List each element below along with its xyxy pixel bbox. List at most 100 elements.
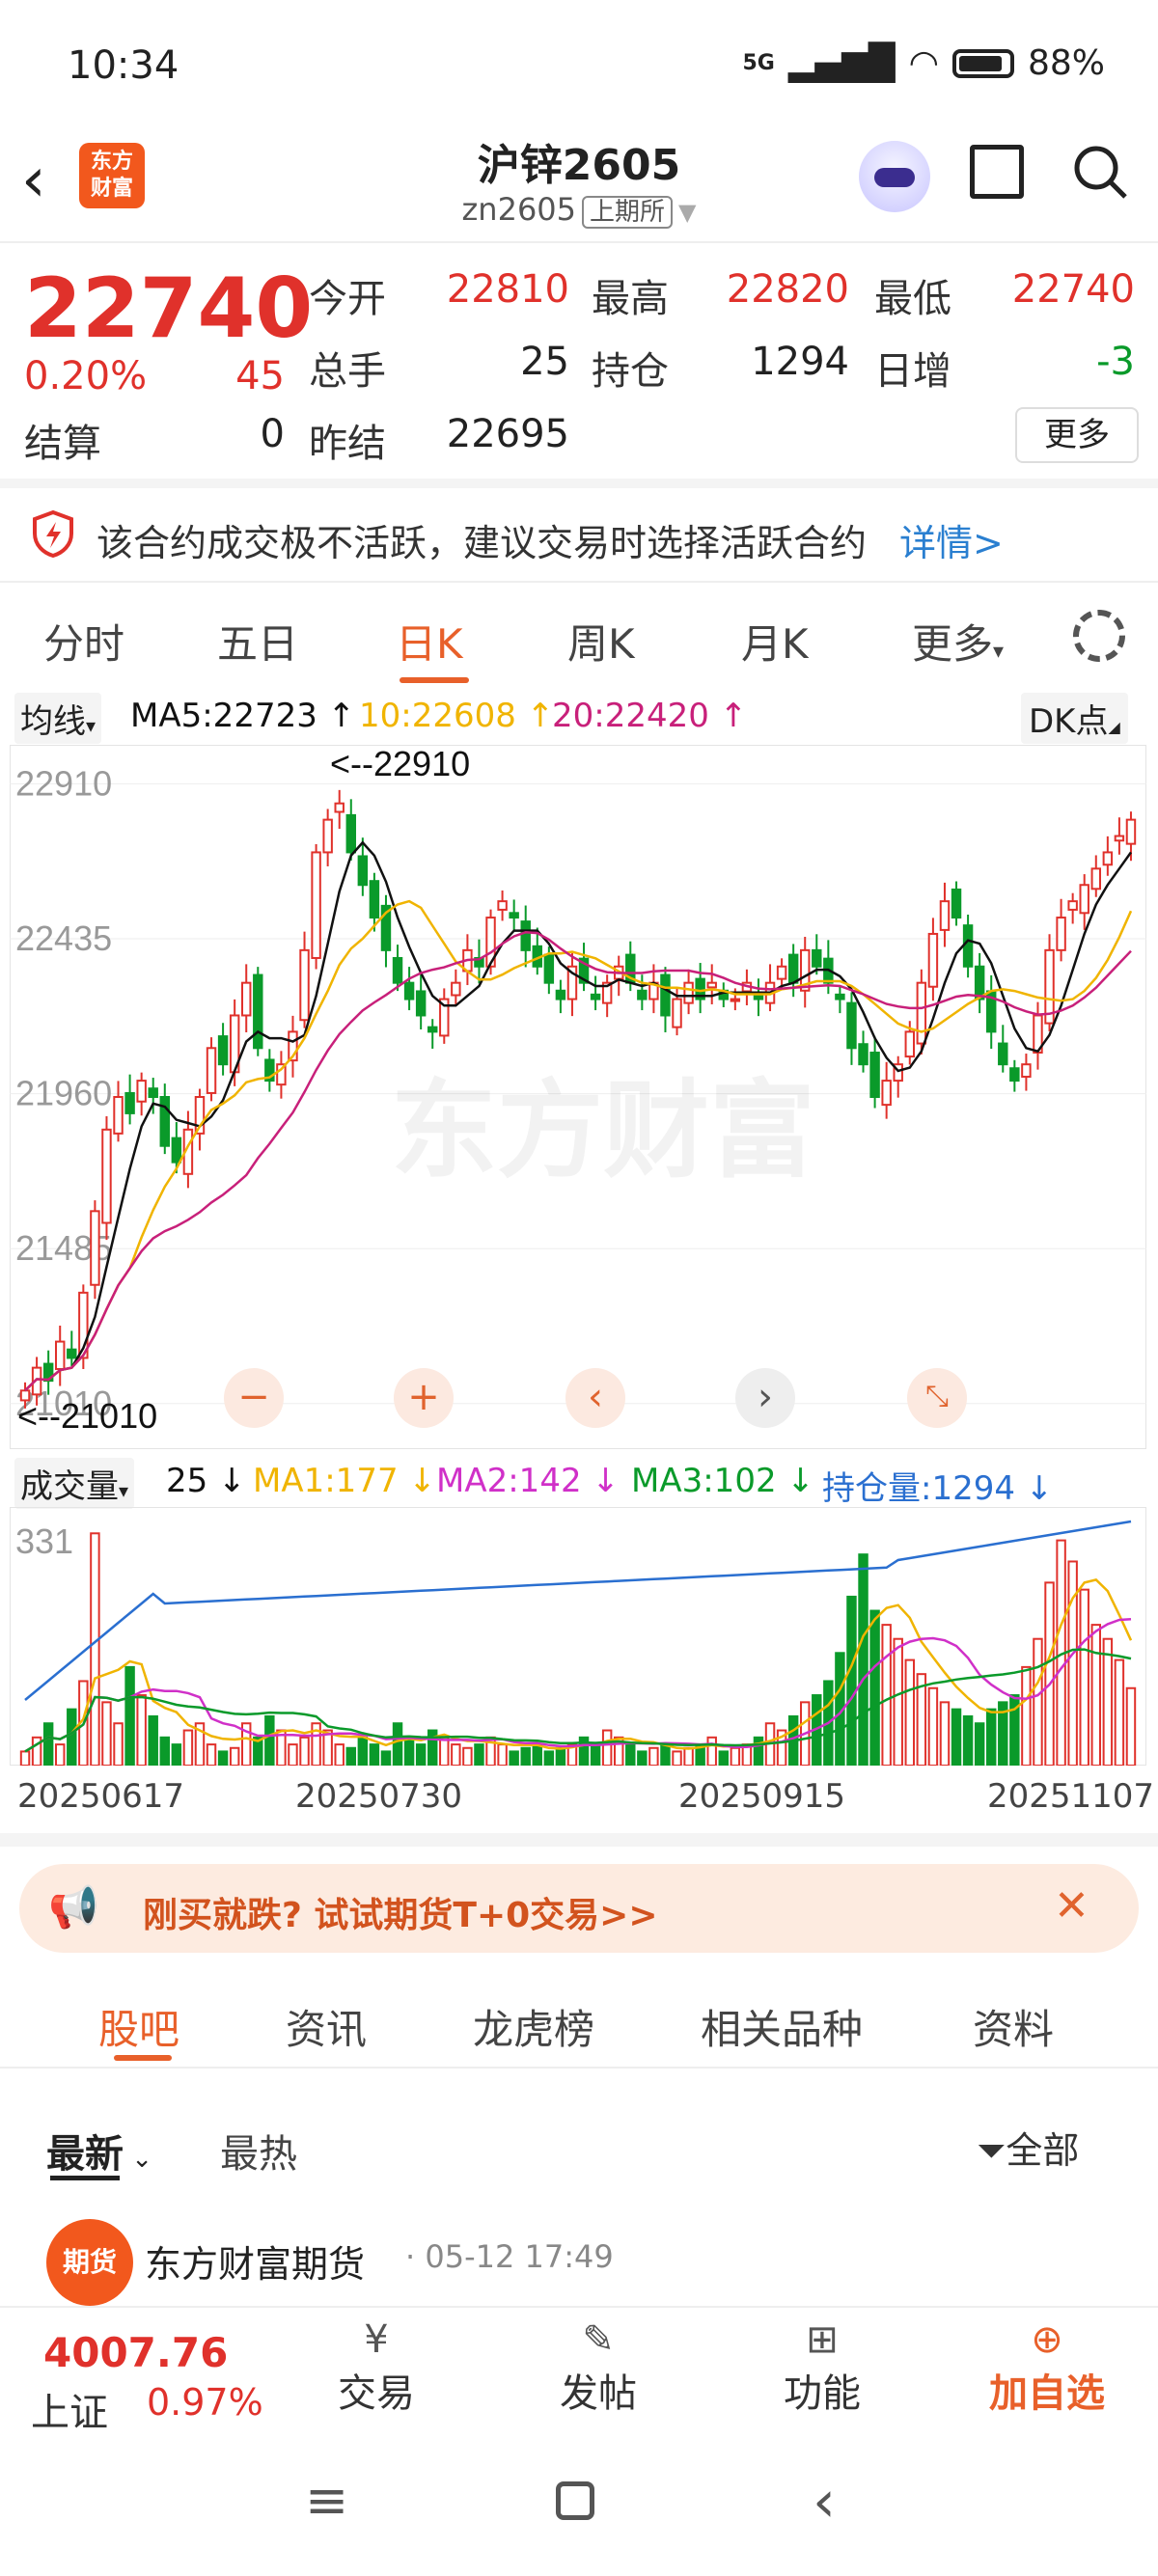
volume-bar	[288, 1743, 298, 1767]
tab-more[interactable]: 更多▾	[912, 612, 1004, 671]
volume-bar	[1079, 1588, 1089, 1767]
open-label: 今开	[309, 277, 386, 321]
volume-bar	[1102, 1637, 1114, 1767]
ma-selector[interactable]: 均线▾	[14, 693, 102, 744]
gear-icon[interactable]	[1073, 610, 1125, 662]
volume-bar	[474, 1743, 484, 1767]
scroll-right-button[interactable]: ›	[735, 1368, 795, 1428]
tab-monthly-k[interactable]: 月K	[741, 612, 809, 671]
candle-body	[881, 1080, 892, 1107]
volume-chart[interactable]: 331	[10, 1507, 1146, 1768]
search-icon[interactable]	[1071, 143, 1129, 201]
nav-back-icon[interactable]: ‹	[813, 2468, 836, 2535]
index-name[interactable]: 上证	[31, 2381, 108, 2437]
volume-y-label: 331	[15, 1521, 73, 1561]
post-preview[interactable]: 期货 东方财富期货 · 05-12 17:49	[0, 2209, 1158, 2306]
share-icon[interactable]	[970, 145, 1024, 199]
candle-body	[369, 880, 380, 919]
y-tick-label: 22910	[15, 763, 112, 803]
candle-body	[253, 973, 263, 1050]
candle-body	[392, 956, 403, 984]
candle-body	[427, 1026, 438, 1033]
open-interest-value: 持仓量:1294	[822, 1469, 1015, 1508]
battery-icon	[951, 48, 1014, 78]
volume-bar	[1021, 1665, 1032, 1767]
ma20-arrow-icon: ↑	[708, 697, 748, 735]
candle-body	[171, 1137, 182, 1164]
battery-label: 88%	[1027, 43, 1105, 83]
candle-body	[858, 1043, 868, 1066]
functions-button[interactable]: ⊞ 功能	[774, 2317, 870, 2418]
tab-dragon-tiger[interactable]: 龙虎榜	[473, 1997, 594, 2056]
tab-profile[interactable]: 资料	[973, 1997, 1054, 2056]
candle-body	[951, 888, 962, 919]
volume-bar	[625, 1743, 636, 1767]
tab-forum[interactable]: 股吧	[98, 1997, 179, 2056]
volume-bar	[660, 1743, 671, 1767]
low-value: 22740	[1011, 267, 1135, 312]
tab-weekly-k[interactable]: 周K	[567, 612, 635, 671]
plus-circle-icon: ⊕	[1031, 2317, 1063, 2362]
volume-bar	[1114, 1658, 1125, 1768]
high-value: 22820	[726, 267, 849, 312]
signal-icon: ▂▄▆█	[787, 43, 896, 83]
last-price: 22740	[24, 260, 314, 357]
tab-daily-k[interactable]: 日K	[396, 612, 463, 671]
candle-body	[1102, 851, 1114, 866]
promo-banner[interactable]: 📢 刚买就跌? 试试期货T+0交易>> ✕	[19, 1864, 1139, 1953]
sort-hot[interactable]: 最热	[220, 2123, 297, 2179]
change-pct: 0.20%	[24, 354, 148, 398]
index-value[interactable]: 4007.76	[43, 2329, 228, 2376]
dk-point-toggle[interactable]: DK点◢	[1021, 693, 1128, 744]
active-tab-underline	[400, 677, 469, 683]
candle-body	[451, 981, 461, 997]
scroll-left-button[interactable]: ‹	[565, 1368, 625, 1428]
indicator-selector-caret-icon: ▾	[119, 1479, 129, 1502]
add-watchlist-button[interactable]: ⊕ 加自选	[979, 2317, 1115, 2418]
volume-bar	[357, 1736, 369, 1768]
zoom-out-button[interactable]: −	[224, 1368, 284, 1428]
trade-button[interactable]: ¥ 交易	[328, 2317, 425, 2418]
tab-related[interactable]: 相关品种	[701, 1997, 863, 2056]
volume-bar	[939, 1701, 951, 1767]
warning-details-link[interactable]: 详情>	[899, 513, 1004, 566]
more-quote-button[interactable]: 更多	[1015, 407, 1139, 463]
post-button[interactable]: ✎ 发帖	[550, 2317, 647, 2418]
ma5-value: MA5:22723	[130, 697, 317, 735]
tab-five-day[interactable]: 五日	[217, 612, 298, 671]
high-marker: <--22910	[330, 745, 470, 783]
y-tick-label: 21960	[15, 1074, 112, 1113]
zoom-in-button[interactable]: +	[394, 1368, 454, 1428]
sort-latest[interactable]: 最新 ⌄	[46, 2123, 152, 2179]
ma5-arrow-icon: ↑	[317, 697, 356, 735]
tab-news[interactable]: 资讯	[286, 1997, 367, 2056]
menu-icon[interactable]: ≡	[305, 2470, 348, 2531]
home-icon[interactable]	[556, 2481, 594, 2520]
volume-value: 25	[520, 340, 569, 384]
volume-bar	[509, 1750, 519, 1767]
close-icon[interactable]: ✕	[1054, 1881, 1089, 1931]
indicator-selector[interactable]: 成交量▾	[14, 1458, 135, 1509]
contract-subtitle[interactable]: zn2605 上期所 ▼	[290, 191, 868, 229]
filter-button[interactable]: ⏷全部	[977, 2121, 1079, 2174]
volume-bar	[369, 1743, 380, 1767]
assistant-robot-icon[interactable]	[859, 141, 930, 212]
ma5-label: MA5:22723 ↑	[130, 697, 355, 735]
ma10-arrow-icon: ↑	[515, 697, 555, 735]
candle-body	[509, 912, 519, 919]
back-icon[interactable]: ‹	[21, 145, 46, 216]
tab-more-caret-icon: ▾	[993, 640, 1005, 664]
candle-body	[904, 1030, 916, 1058]
post-label: 发帖	[560, 2371, 637, 2416]
volume-bar	[881, 1624, 892, 1767]
candle-body	[357, 855, 369, 887]
candle-body	[660, 973, 671, 1017]
fullscreen-button[interactable]: ⤡	[907, 1368, 967, 1428]
candle-body	[974, 965, 985, 1000]
volume-bar	[229, 1746, 240, 1768]
post-author[interactable]: 东方财富期货	[145, 2234, 365, 2288]
volume-bar	[159, 1736, 171, 1768]
yen-icon: ¥	[364, 2317, 389, 2362]
kline-chart[interactable]: 22910 22435 21960 21485 21010 <--22910 <--2101…	[10, 744, 1146, 1449]
tab-intraday[interactable]: 分时	[43, 612, 124, 671]
